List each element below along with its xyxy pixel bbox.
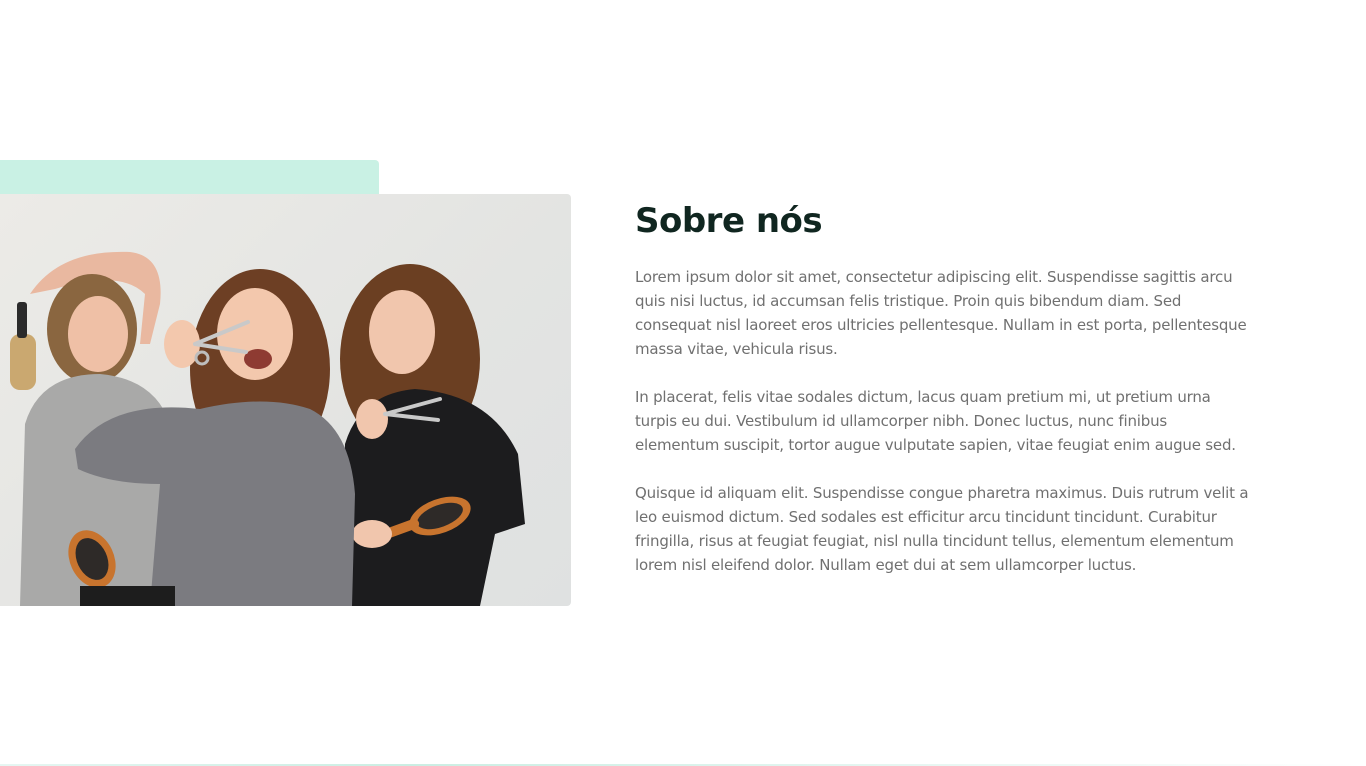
about-title: Sobre nós (635, 201, 823, 241)
team-photo (0, 194, 571, 606)
about-paragraph-3: Quisque id aliquam elit. Suspendisse con… (635, 484, 1249, 574)
about-section: Sobre nós Lorem ipsum dolor sit amet, co… (635, 198, 1250, 601)
decorative-accent-bar (0, 160, 379, 194)
left-face (68, 296, 128, 372)
about-paragraph-1: Lorem ipsum dolor sit amet, consectetur … (635, 268, 1247, 358)
round-brush (10, 334, 36, 390)
right-face (369, 290, 435, 374)
about-paragraph-2: In placerat, felis vitae sodales dictum,… (635, 388, 1236, 454)
